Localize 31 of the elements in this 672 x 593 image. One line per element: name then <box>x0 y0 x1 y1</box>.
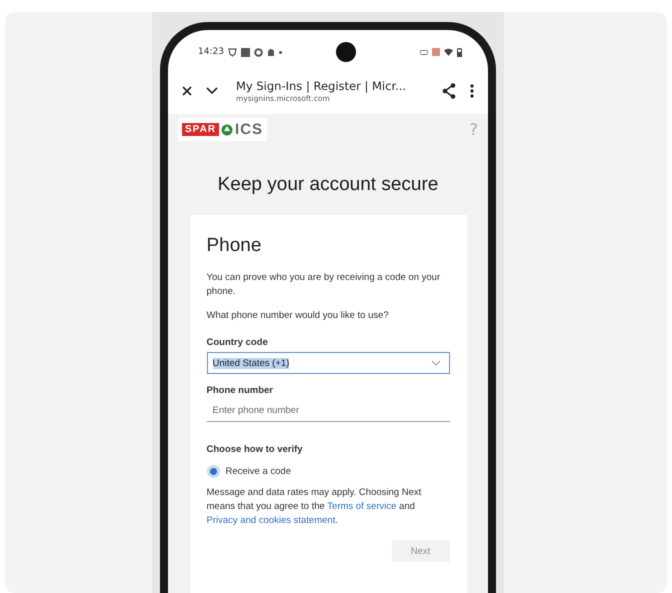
field-label: Country code <box>206 337 269 348</box>
chevron-down-icon[interactable] <box>206 87 218 95</box>
shield-icon <box>228 48 237 56</box>
battery-icon <box>457 48 462 56</box>
page-heading: Keep your account secure <box>218 174 438 196</box>
question-text: What phone number would you like to use? <box>206 309 390 323</box>
disclaimer-text: Message and data rates may apply. Choosing Next means that you agree to the Terms of service and Privacy and cookies statement. <box>206 486 422 528</box>
terms-link[interactable]: Terms of service <box>327 501 396 512</box>
field-label: Choose how to verify <box>206 444 304 455</box>
square-icon <box>240 48 250 56</box>
page-title: My Sign-Ins | Register | Micr... <box>236 79 406 93</box>
card-title: Phone <box>206 235 262 257</box>
logo-text: ICS <box>235 121 264 138</box>
status-time: 14:23 <box>198 47 224 57</box>
field-label: Phone number <box>206 385 274 396</box>
country-code-dropdown[interactable]: United States (+1) <box>206 352 450 374</box>
phone-number-input[interactable]: Enter phone number <box>206 400 450 422</box>
radio-label[interactable]: Receive a code <box>226 466 291 477</box>
network-icon <box>432 48 440 56</box>
intro-text: You can prove who you are by receiving a code on your phone. <box>206 271 442 299</box>
chevron-down-icon <box>430 360 440 366</box>
more-icon[interactable] <box>470 84 474 98</box>
camera-hole-icon <box>336 42 356 62</box>
logo-text: SPAR <box>182 123 220 136</box>
share-icon[interactable] <box>442 83 456 99</box>
radio-button[interactable] <box>206 465 220 478</box>
circle-icon <box>254 48 263 56</box>
close-icon[interactable] <box>182 86 192 96</box>
dot-icon <box>278 50 282 54</box>
terms-link[interactable]: Privacy and cookies statement <box>206 515 336 526</box>
wifi-icon <box>444 48 453 56</box>
